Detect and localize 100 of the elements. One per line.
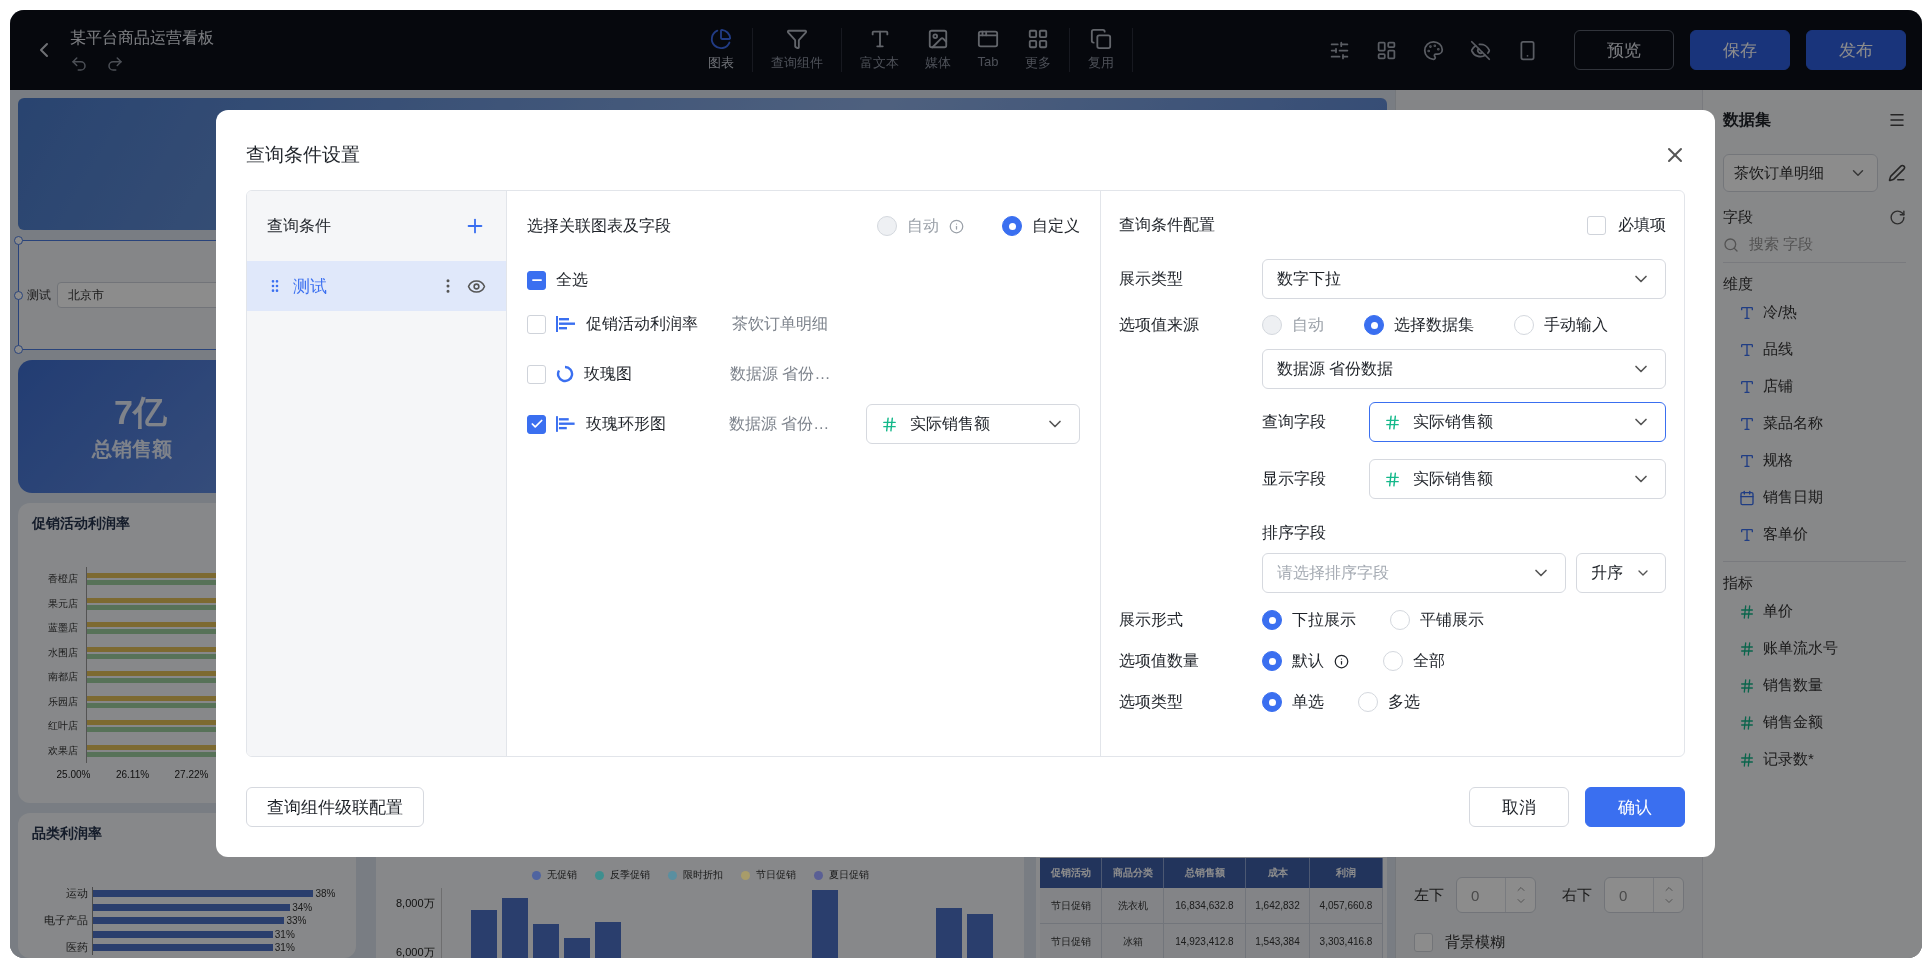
toolbar-tool[interactable]: 查询组件 <box>771 28 823 72</box>
hash-icon <box>881 415 898 433</box>
toolbar-tool[interactable]: 更多 <box>1025 28 1051 72</box>
field-item[interactable]: 店铺 <box>1723 368 1906 405</box>
phone-icon[interactable] <box>1517 39 1538 61</box>
option-radio[interactable]: 默认 <box>1262 650 1349 672</box>
edit-icon[interactable] <box>1888 164 1906 182</box>
layout-icon[interactable] <box>1376 39 1397 61</box>
blur-checkbox[interactable] <box>1414 933 1433 952</box>
ring-chart-icon <box>556 365 574 383</box>
field-item[interactable]: 规格 <box>1723 442 1906 479</box>
hash-icon <box>1384 413 1401 431</box>
cascade-config-button[interactable]: 查询组件级联配置 <box>246 787 424 827</box>
resize-handle[interactable] <box>14 236 23 245</box>
field-item[interactable]: 销售金额 <box>1723 704 1906 741</box>
axis-tick: 25.00% <box>55 769 92 780</box>
source-radio[interactable]: 选择数据集 <box>1364 314 1474 336</box>
eye-off-icon[interactable] <box>1470 39 1491 61</box>
confirm-button[interactable]: 确认 <box>1585 787 1685 827</box>
section-title: 字段 <box>1723 208 1753 227</box>
field-select[interactable]: 实际销售额 <box>866 404 1080 444</box>
corner-label: 右下 <box>1562 885 1592 905</box>
corner-label: 左下 <box>1414 885 1444 905</box>
option-radio[interactable]: 多选 <box>1358 691 1420 713</box>
legend-label: 节日促销 <box>755 868 796 882</box>
form-label: 排序字段 <box>1262 522 1327 543</box>
form-label: 展示类型 <box>1119 268 1184 289</box>
table-cell: 节日促销 <box>1040 888 1102 924</box>
field-item[interactable]: 记录数* <box>1723 741 1906 778</box>
axis-label: 乐园店 <box>47 694 78 709</box>
cancel-button[interactable]: 取消 <box>1469 787 1569 827</box>
redo-icon[interactable] <box>106 54 124 73</box>
option-radio[interactable]: 平铺展示 <box>1390 609 1484 631</box>
undo-icon[interactable] <box>70 54 88 73</box>
select-all-checkbox[interactable] <box>527 270 546 290</box>
option-radio[interactable]: 下拉展示 <box>1262 609 1356 631</box>
condition-item[interactable]: 测试 <box>247 261 506 311</box>
source-radio[interactable]: 手动输入 <box>1514 314 1608 336</box>
dataset-select[interactable]: 茶饮订单明细 <box>1723 154 1878 192</box>
resize-handle[interactable] <box>14 345 23 354</box>
value-label: 31% <box>274 942 295 954</box>
axis-tick: 27.22% <box>173 769 210 780</box>
column-title: 选择关联图表及字段 <box>527 215 671 236</box>
dataset-select[interactable]: 数据源 省份数据 <box>1262 349 1666 389</box>
field-item[interactable]: 客单价 <box>1723 516 1906 553</box>
hash-icon <box>1739 714 1755 731</box>
resize-handle[interactable] <box>14 291 23 300</box>
toolbar-tool[interactable]: 图表 <box>708 28 734 72</box>
chart-checkbox[interactable] <box>527 414 546 434</box>
sort-order-select[interactable]: 升序 <box>1576 553 1666 593</box>
toolbar-tool[interactable]: 复用 <box>1088 28 1114 72</box>
palette-icon[interactable] <box>1423 39 1444 61</box>
toolbar-tool[interactable]: Tab <box>977 28 999 72</box>
field-select[interactable]: 实际销售额 <box>1369 459 1666 499</box>
mode-radio[interactable]: 自定义 <box>1002 215 1080 237</box>
axis-label: 电子产品 <box>43 913 88 929</box>
toolbar-button[interactable]: 保存 <box>1690 30 1790 70</box>
axis-tick: 26.11% <box>114 769 151 780</box>
option-radio[interactable]: 全部 <box>1383 650 1445 672</box>
form-label: 显示字段 <box>1262 468 1327 489</box>
toolbar-button[interactable]: 发布 <box>1806 30 1906 70</box>
chart-name: 促销活动利润率 <box>586 313 699 334</box>
section-title: 维度 <box>1723 275 1753 292</box>
field-item[interactable]: 账单流水号 <box>1723 630 1906 667</box>
checkbox-label: 背景模糊 <box>1445 933 1505 952</box>
value-label: 33% <box>286 915 307 927</box>
field-select[interactable]: 实际销售额 <box>1369 402 1666 442</box>
checkbox-label: 全选 <box>556 269 589 290</box>
refresh-icon[interactable] <box>1889 209 1906 226</box>
panel-title: 数据集 <box>1723 109 1771 130</box>
field-item[interactable]: 销售日期 <box>1723 479 1906 516</box>
table-cell: 14,923,412.8 <box>1164 924 1246 958</box>
kpi-value: 7亿 <box>113 392 167 433</box>
toolbar-tool[interactable]: 富文本 <box>860 28 899 72</box>
info-icon <box>949 218 964 234</box>
axis-label: 医药 <box>65 940 88 956</box>
menu-icon[interactable] <box>1888 111 1906 129</box>
field-item[interactable]: 冷/热 <box>1723 294 1906 331</box>
form-label: 选项类型 <box>1119 691 1184 712</box>
data-source: 数据源 省份… <box>730 363 832 384</box>
table-header-cell: 成本 <box>1246 858 1310 888</box>
chart-title: 促销活动利润率 <box>32 515 131 533</box>
required-checkbox[interactable] <box>1587 215 1606 235</box>
sliders-icon[interactable] <box>1329 39 1350 61</box>
hash-icon <box>1739 751 1755 768</box>
field-item[interactable]: 品线 <box>1723 331 1906 368</box>
toolbar-button[interactable]: 预览 <box>1574 30 1674 70</box>
window-icon <box>977 28 999 50</box>
field-item[interactable]: 菜品名称 <box>1723 405 1906 442</box>
form-label: 查询字段 <box>1262 411 1327 432</box>
data-source: 茶饮订单明细 <box>732 313 829 334</box>
chart-name: 玫瑰环形图 <box>585 413 667 434</box>
text-icon <box>1739 341 1755 358</box>
field-item[interactable]: 单价 <box>1723 593 1906 630</box>
table-cell: 16,834,632.8 <box>1164 888 1246 924</box>
display-type-select[interactable]: 数字下拉 <box>1262 259 1666 299</box>
field-item[interactable]: 销售数量 <box>1723 667 1906 704</box>
toolbar-tool[interactable]: 媒体 <box>925 28 951 72</box>
legend-label: 无促销 <box>546 868 577 882</box>
option-radio[interactable]: 单选 <box>1262 691 1324 713</box>
